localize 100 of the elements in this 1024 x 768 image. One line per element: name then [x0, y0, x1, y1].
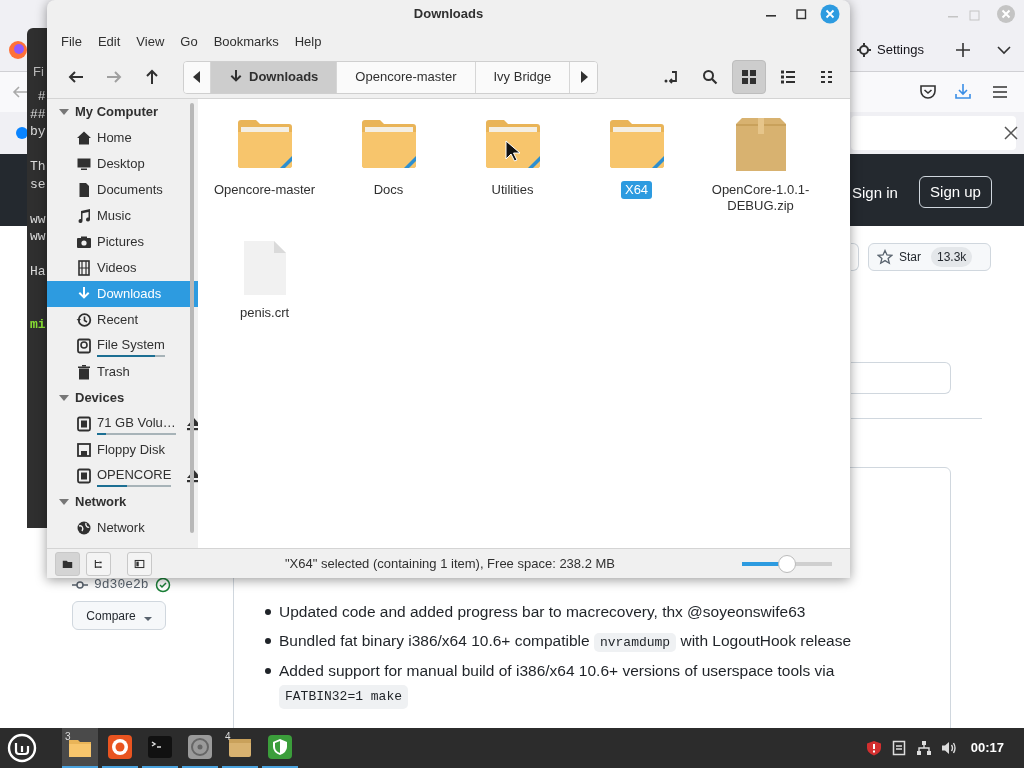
- find-bar-field[interactable]: [851, 116, 1016, 150]
- sidebar-item[interactable]: File System: [47, 333, 198, 359]
- expanded-triangle-icon[interactable]: [59, 497, 69, 507]
- expanded-triangle-icon[interactable]: [59, 107, 69, 117]
- shield-icon: [266, 733, 294, 761]
- path-button[interactable]: Downloads: [211, 61, 338, 93]
- firefox-icon: [106, 733, 134, 761]
- taskbar-app-button[interactable]: 4: [222, 728, 258, 768]
- right-arrow-icon: [106, 69, 122, 85]
- sidebar-item-label: Desktop: [97, 155, 145, 174]
- status-text: "X64" selected (containing 1 item), Free space: 238.2 MB: [284, 554, 616, 573]
- drive-icon: [76, 416, 92, 432]
- file-name[interactable]: Utilities: [487, 181, 538, 200]
- sidebar-item-label: 71 GB Volu…: [97, 413, 176, 432]
- view-button[interactable]: [732, 60, 766, 94]
- plus-icon[interactable]: [955, 42, 971, 58]
- menu-item[interactable]: View: [130, 32, 171, 52]
- clock[interactable]: 00:17: [970, 738, 1004, 758]
- download-icon[interactable]: [954, 82, 972, 100]
- file-name[interactable]: Opencore-master: [209, 181, 320, 200]
- sidebar-item[interactable]: Desktop: [47, 151, 198, 177]
- sign-up-button[interactable]: Sign up: [919, 176, 992, 208]
- chevron-down-icon[interactable]: [997, 43, 1011, 57]
- clock-icon: [76, 312, 92, 328]
- home-icon: [76, 130, 92, 146]
- terminal-text: Ha: [30, 264, 46, 279]
- menu-item[interactable]: Bookmarks: [207, 32, 285, 52]
- pocket-icon[interactable]: [919, 83, 937, 101]
- back-arrow-icon[interactable]: [12, 84, 28, 100]
- sidebar-item-label: Documents: [97, 181, 163, 200]
- terminal-icon: [146, 733, 174, 761]
- sidebar-item-label: File System: [97, 335, 165, 354]
- browser-tab[interactable]: Settings: [851, 36, 930, 64]
- taskbar-app-button[interactable]: 3: [62, 728, 98, 768]
- tree-view-button[interactable]: [86, 551, 111, 576]
- mint-logo-icon[interactable]: [7, 733, 37, 763]
- scroll-left-button[interactable]: [184, 61, 211, 93]
- network-icon[interactable]: [915, 740, 932, 756]
- window-title: Downloads: [413, 5, 484, 24]
- close-icon[interactable]: [1004, 126, 1018, 140]
- sidebar-item-label: Floppy Disk: [97, 441, 165, 460]
- sidebar-item[interactable]: Trash: [47, 359, 198, 385]
- terminal-text: mi: [30, 316, 46, 332]
- notes-icon[interactable]: [890, 740, 907, 756]
- star-count: 13.3k: [931, 247, 973, 267]
- sign-in-link[interactable]: Sign in: [852, 182, 898, 205]
- caret-left-icon: [193, 71, 201, 83]
- sidebar-item[interactable]: Floppy Disk: [47, 437, 198, 463]
- caret-right-icon: [579, 71, 588, 83]
- menu-item[interactable]: Help: [288, 32, 328, 52]
- maximize-icon[interactable]: [793, 6, 809, 22]
- places-button[interactable]: [55, 551, 80, 576]
- commit-hash[interactable]: 9d30e2b: [94, 575, 149, 595]
- status-dot-icon: [15, 126, 29, 140]
- file-name[interactable]: OpenCore-1.0.1-DEBUG.zip: [704, 181, 817, 216]
- film-icon: [76, 260, 92, 276]
- file-name[interactable]: penis.crt: [235, 303, 294, 322]
- left-arrow-icon: [68, 69, 84, 85]
- menu-item[interactable]: Go: [174, 32, 204, 52]
- path-button[interactable]: Opencore-master: [337, 61, 476, 93]
- sidebar-toggle-button[interactable]: [127, 551, 152, 576]
- sidebar-item-label: Music: [97, 207, 131, 226]
- sidebar-item-label: Home: [97, 129, 132, 148]
- floppy-icon: [76, 442, 92, 458]
- menu-item[interactable]: File: [55, 32, 88, 52]
- expanded-triangle-icon[interactable]: [59, 393, 69, 403]
- mouse-cursor-icon: [505, 140, 521, 162]
- sidebar-item[interactable]: Recent: [47, 307, 198, 333]
- sidebar-item[interactable]: Videos: [47, 255, 198, 281]
- sidebar-item[interactable]: Documents: [47, 177, 198, 203]
- compare-button[interactable]: Compare: [72, 601, 166, 630]
- usage-bar: [97, 355, 165, 358]
- firefox-icon[interactable]: [8, 40, 28, 60]
- sidebar-item-label: OPENCORE: [97, 465, 172, 484]
- bullet: [265, 667, 271, 674]
- sidebar-item[interactable]: Music: [47, 203, 198, 229]
- star-button[interactable]: Star 13.3k: [868, 243, 991, 271]
- scrollbar[interactable]: [189, 103, 194, 533]
- bullet: [265, 609, 271, 615]
- menu-item[interactable]: Edit: [91, 32, 127, 52]
- sidebar-item-label: Downloads: [97, 285, 162, 304]
- release-note: Added support for manual build of i386/x64 10.6+ versions of userspace tools via FATBIN32=1 make: [279, 658, 835, 709]
- volume-icon[interactable]: [940, 740, 957, 756]
- code-snippet: FATBIN32=1 make: [279, 685, 409, 709]
- grid-icon: [741, 69, 757, 85]
- shield-icon[interactable]: [865, 740, 882, 756]
- section-header: Devices: [75, 389, 125, 408]
- text-field[interactable]: [851, 362, 951, 394]
- window-count-label: 3: [65, 730, 71, 744]
- sidebar-item[interactable]: Home: [47, 125, 198, 151]
- sidebar-item-label: Network: [97, 519, 145, 538]
- menu-icon[interactable]: [992, 85, 1008, 99]
- file-name[interactable]: Docs: [369, 181, 408, 200]
- sidebar-item[interactable]: Network: [47, 515, 198, 541]
- sidebar-item-label: Videos: [97, 259, 137, 278]
- terminal-text: #: [36, 89, 46, 104]
- release-note: Updated code and added progress bar to macrecovery, thx @soyeonswife63: [279, 602, 806, 622]
- window-count-label: 4: [225, 730, 231, 744]
- sidebar-item[interactable]: Pictures: [47, 229, 198, 255]
- drive-icon: [76, 338, 92, 354]
